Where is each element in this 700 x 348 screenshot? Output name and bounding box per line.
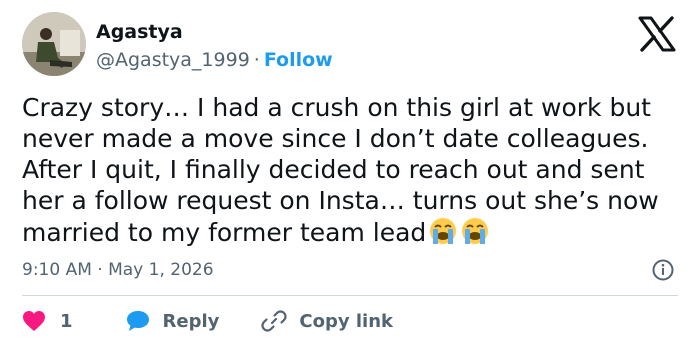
like-button[interactable]: 1 <box>22 310 73 332</box>
tweet-body: Crazy story… I had a crush on this girl … <box>22 93 659 247</box>
loudly-crying-face-emoji <box>428 216 458 246</box>
like-count: 1 <box>60 310 73 332</box>
heart-icon <box>22 310 46 332</box>
x-logo-icon[interactable] <box>638 16 676 52</box>
info-icon[interactable] <box>651 258 675 282</box>
reply-button[interactable]: Reply <box>113 309 220 333</box>
link-icon <box>261 308 287 334</box>
tweet-text: Crazy story… I had a crush on this girl … <box>22 92 694 248</box>
loudly-crying-face-emoji <box>460 216 490 246</box>
copy-link-label: Copy link <box>299 310 393 332</box>
author-handle[interactable]: @Agastya_1999 <box>96 49 250 71</box>
reply-label: Reply <box>162 310 220 332</box>
copy-link-button[interactable]: Copy link <box>249 308 393 334</box>
action-bar: 1 Reply Copy link <box>22 306 393 336</box>
tweet-timestamp[interactable]: 9:10 AM · May 1, 2026 <box>22 258 214 282</box>
separator-dot: · <box>253 49 260 71</box>
follow-button[interactable]: Follow <box>264 49 333 71</box>
avatar[interactable] <box>22 12 86 76</box>
author-meta: @Agastya_1999 · Follow <box>96 48 333 72</box>
divider <box>22 295 678 296</box>
author-name[interactable]: Agastya <box>96 20 183 44</box>
reply-bubble-icon <box>125 309 151 333</box>
